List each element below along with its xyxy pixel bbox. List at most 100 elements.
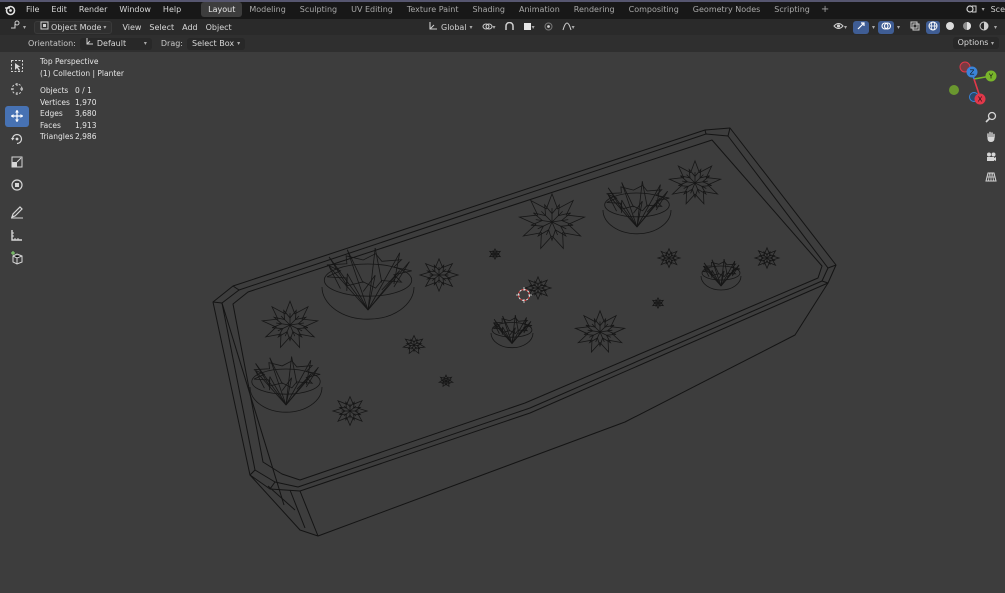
tab-texture-paint[interactable]: Texture Paint	[400, 2, 466, 17]
snap-target-dropdown[interactable]: ▾	[520, 21, 538, 34]
shading-solid-button[interactable]	[943, 21, 957, 34]
select-box-tool[interactable]	[5, 56, 29, 77]
tab-scripting[interactable]: Scripting	[767, 2, 817, 17]
menu-file[interactable]: File	[20, 0, 45, 19]
shading-material-button[interactable]	[960, 21, 974, 34]
rotate-tool[interactable]	[5, 129, 29, 150]
add-workspace-icon[interactable]: +	[817, 4, 833, 15]
shading-rendered-button[interactable]	[977, 21, 991, 34]
scene-name: Sce	[990, 5, 1005, 14]
tab-layout[interactable]: Layout	[201, 2, 243, 17]
cursor-tool[interactable]	[5, 79, 29, 100]
tab-modeling[interactable]: Modeling	[242, 2, 292, 17]
chevron-down-icon[interactable]: ▾	[897, 24, 900, 31]
tab-animation[interactable]: Animation	[512, 2, 567, 17]
pan-button[interactable]	[982, 130, 999, 146]
overlays-icon	[881, 21, 892, 33]
magnifier-icon	[984, 111, 997, 125]
pivot-point-dropdown[interactable]: ▾	[479, 21, 499, 34]
3d-viewport[interactable]: Top Perspective (1) Collection | Planter…	[0, 52, 1005, 593]
orientation-dropdown[interactable]: Default ▾	[79, 37, 152, 50]
transform-icon	[10, 178, 24, 194]
tool-shelf	[4, 56, 30, 271]
gizmo-toggle[interactable]	[852, 20, 869, 34]
snap-increment-icon	[523, 22, 532, 33]
proportional-editing-toggle[interactable]	[541, 21, 556, 34]
drag-dropdown[interactable]: Select Box ▾	[187, 37, 246, 50]
chevron-down-icon: ▾	[531, 23, 535, 31]
tab-shading[interactable]: Shading	[465, 2, 512, 17]
pivot-link-icon	[482, 22, 493, 33]
xray-toggle[interactable]	[907, 21, 923, 34]
options-dropdown[interactable]: Options ▾	[952, 37, 999, 49]
scene-statistics: Objects 0 / 1 Vertices 1,970 Edges 3,680 Fa…	[40, 85, 124, 143]
planter-wireframe	[212, 127, 837, 537]
chevron-down-icon: ▾	[492, 23, 496, 31]
falloff-dropdown[interactable]: ▾	[559, 21, 578, 34]
chevron-down-icon[interactable]: ▾	[994, 24, 997, 31]
xray-icon	[910, 21, 920, 33]
menu-edit[interactable]: Edit	[45, 0, 73, 19]
annotate-tool[interactable]	[5, 202, 29, 223]
snap-toggle[interactable]	[502, 21, 517, 34]
add-cube-tool[interactable]	[5, 248, 29, 269]
chevron-down-icon[interactable]: ▾	[872, 24, 875, 31]
blender-logo-icon[interactable]	[0, 0, 20, 19]
material-sphere-icon	[962, 21, 972, 33]
orientation-axes-icon	[428, 21, 438, 33]
camera-view-button[interactable]	[982, 150, 999, 166]
move-tool[interactable]	[5, 106, 29, 127]
gizmo-neg-y-ball[interactable]	[949, 85, 959, 95]
move-arrows-icon	[10, 109, 24, 125]
eye-icon	[833, 22, 844, 32]
stat-value: 1,970	[75, 97, 97, 107]
editor-type-button[interactable]: ▾	[6, 20, 30, 34]
stat-value: 3,680	[75, 109, 97, 118]
shading-wireframe-button[interactable]	[925, 20, 940, 34]
select-menu[interactable]: Select	[145, 21, 178, 34]
stat-label: Objects	[40, 86, 69, 95]
scale-tool[interactable]	[5, 152, 29, 173]
mode-dropdown[interactable]: Object Mode ▾	[34, 20, 113, 34]
zoom-button[interactable]	[982, 110, 999, 126]
tab-rendering[interactable]: Rendering	[567, 2, 622, 17]
gizmo-z-label: Z	[970, 69, 975, 77]
object-menu[interactable]: Object	[202, 21, 236, 34]
menu-help[interactable]: Help	[157, 0, 187, 19]
tab-geometry-nodes[interactable]: Geometry Nodes	[686, 2, 767, 17]
tab-uv-editing[interactable]: UV Editing	[344, 2, 400, 17]
camera-icon	[985, 151, 997, 165]
view-menu[interactable]: View	[118, 21, 145, 34]
tab-compositing[interactable]: Compositing	[622, 2, 686, 17]
chevron-down-icon: ▾	[571, 23, 575, 31]
tab-sculpting[interactable]: Sculpting	[293, 2, 344, 17]
ruler-icon	[10, 228, 24, 244]
stat-value: 2,986	[75, 132, 97, 141]
workspace-tabs: Layout Modeling Sculpting UV Editing Tex…	[201, 0, 833, 19]
drag-value: Select Box	[192, 38, 235, 48]
measure-tool[interactable]	[5, 225, 29, 246]
magnet-icon	[504, 21, 514, 33]
projection-toggle-button[interactable]	[982, 170, 999, 186]
drag-label: Drag:	[160, 39, 183, 48]
menu-window[interactable]: Window	[113, 0, 157, 19]
chevron-down-icon: ▾	[990, 40, 994, 47]
pencil-icon	[10, 205, 24, 221]
menu-render[interactable]: Render	[73, 0, 113, 19]
stat-label: Vertices	[40, 97, 70, 107]
overlays-toggle[interactable]	[877, 20, 894, 34]
visibility-dropdown[interactable]: ▾	[830, 21, 850, 34]
viewport-display-controls: ▾ ▾ ▾ ▾	[830, 20, 997, 34]
transform-orientation-dropdown[interactable]: Global ▾	[425, 21, 476, 34]
options-label: Options	[957, 38, 989, 47]
top-menu-bar: File Edit Render Window Help Layout Mode…	[0, 0, 1005, 19]
tool-settings-header: Orientation: Default ▾ Drag: Select Box …	[0, 35, 1005, 52]
viewport-header: ▾ Object Mode ▾ View Select Add Object G…	[0, 19, 1005, 35]
transform-tool[interactable]	[5, 175, 29, 196]
falloff-curve-icon	[562, 21, 572, 33]
scale-icon	[10, 155, 24, 171]
scene-selector[interactable]: ▾ Sce	[965, 0, 1005, 19]
navigation-gizmo[interactable]: Y X Z	[944, 58, 1002, 110]
scene-icon	[965, 4, 978, 16]
add-menu[interactable]: Add	[178, 21, 202, 34]
